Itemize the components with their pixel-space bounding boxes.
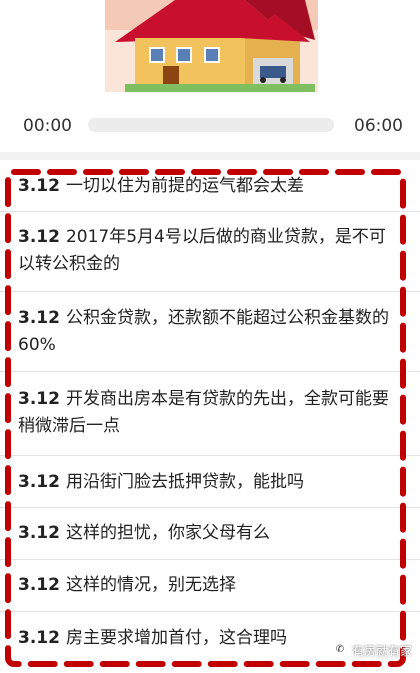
progress-bar[interactable] bbox=[88, 118, 334, 132]
list-item-text: 3.12 用沿街门脸去抵押贷款，能批吗 bbox=[18, 469, 393, 496]
article-list: 3.12 一切以住为前提的运气都会太差 3.12 2017年5月4号以后做的商业贷款… bbox=[0, 160, 420, 673]
list-item[interactable]: 3.12 开发商出房本是有贷款的先出，全款可能要稍微滞后一点 bbox=[0, 372, 420, 456]
item-title: 这样的担忧，你家父母有么 bbox=[65, 523, 270, 543]
list-item-text: 3.12 这样的情况，别无选择 bbox=[18, 572, 393, 599]
item-title: 用沿街门脸去抵押贷款，能批吗 bbox=[65, 472, 304, 492]
item-date: 3.12 bbox=[18, 308, 60, 328]
section-divider bbox=[0, 152, 420, 160]
item-date: 3.12 bbox=[18, 628, 60, 648]
item-date: 3.12 bbox=[18, 389, 60, 409]
item-title: 2017年5月4号以后做的商业贷款，是不可以转公积金的 bbox=[18, 227, 386, 274]
item-date: 3.12 bbox=[18, 472, 60, 492]
item-date: 3.12 bbox=[18, 227, 60, 247]
item-title: 公积金贷款，还款额不能超过公积金基数的60% bbox=[18, 308, 389, 355]
audio-player: 00:00 06:00 bbox=[0, 104, 420, 148]
list-item[interactable]: 3.12 用沿街门脸去抵押贷款，能批吗 bbox=[0, 456, 420, 508]
watermark: ✆ 有房就有家 bbox=[331, 639, 412, 661]
item-title: 一切以住为前提的运气都会太差 bbox=[65, 176, 304, 196]
list-item-text: 3.12 一切以住为前提的运气都会太差 bbox=[18, 173, 393, 200]
list-item[interactable]: 3.12 这样的情况，别无选择 bbox=[0, 560, 420, 612]
item-title: 这样的情况，别无选择 bbox=[65, 575, 236, 595]
list-item[interactable]: 3.12 一切以住为前提的运气都会太差 bbox=[0, 160, 420, 212]
item-title: 房主要求增加首付，这合理吗 bbox=[65, 628, 287, 648]
wechat-icon: ✆ bbox=[331, 642, 348, 658]
item-date: 3.12 bbox=[18, 575, 60, 595]
total-time: 06:00 bbox=[354, 116, 403, 136]
list-item-text: 3.12 开发商出房本是有贷款的先出，全款可能要稍微滞后一点 bbox=[18, 386, 393, 440]
house-illustration bbox=[105, 0, 318, 92]
item-title: 开发商出房本是有贷款的先出，全款可能要稍微滞后一点 bbox=[18, 389, 389, 436]
item-date: 3.12 bbox=[18, 523, 60, 543]
list-item-text: 3.12 2017年5月4号以后做的商业贷款，是不可以转公积金的 bbox=[18, 224, 393, 278]
list-item[interactable]: 3.12 2017年5月4号以后做的商业贷款，是不可以转公积金的 bbox=[0, 212, 420, 292]
list-item-text: 3.12 公积金贷款，还款额不能超过公积金基数的60% bbox=[18, 305, 393, 359]
list-item-text: 3.12 这样的担忧，你家父母有么 bbox=[18, 520, 393, 547]
current-time: 00:00 bbox=[23, 116, 72, 136]
list-item[interactable]: 3.12 公积金贷款，还款额不能超过公积金基数的60% bbox=[0, 292, 420, 372]
watermark-text: 有房就有家 bbox=[351, 643, 412, 658]
list-item[interactable]: 3.12 这样的担忧，你家父母有么 bbox=[0, 508, 420, 560]
cover-image bbox=[105, 0, 318, 92]
item-date: 3.12 bbox=[18, 176, 60, 196]
